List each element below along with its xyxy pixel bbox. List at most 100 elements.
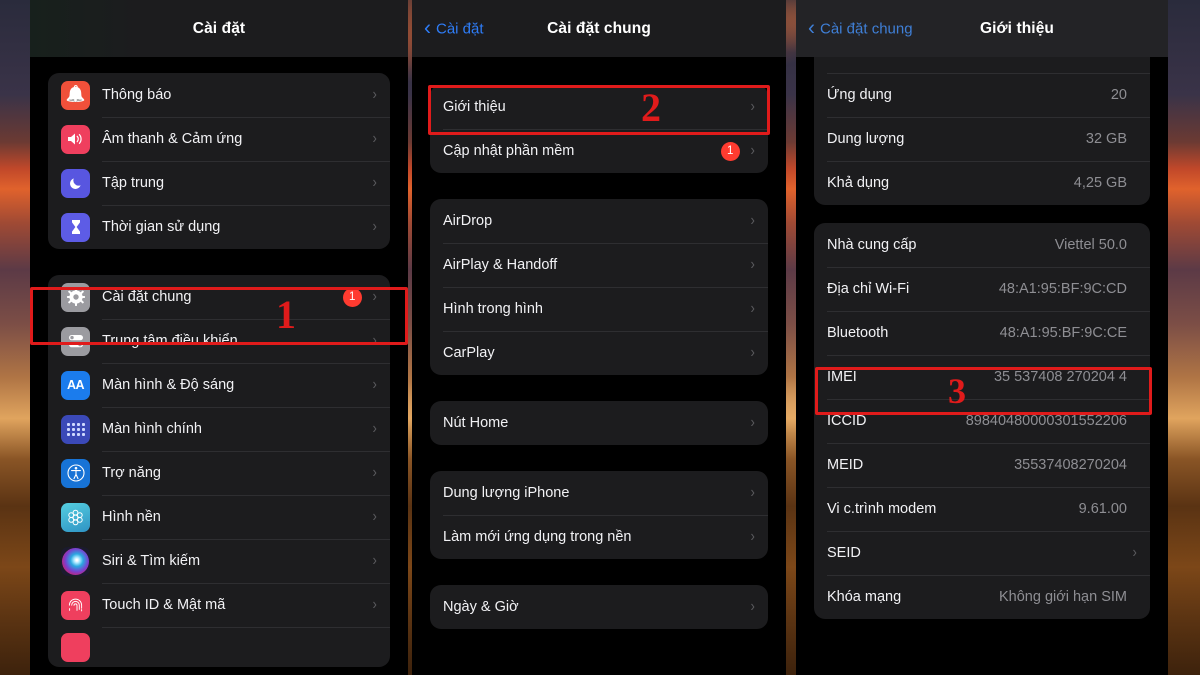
- status-badge: 1: [342, 287, 362, 307]
- menu-item-iphone-storage[interactable]: Dung lượng iPhone ›: [430, 471, 768, 515]
- sidebar-item-screen-time[interactable]: Thời gian sử dụng ›: [48, 205, 390, 249]
- about-scroll-area[interactable]: Ứng dụng 20 Dung lượng 32 GB Khả dụng 4,…: [796, 57, 1168, 619]
- row-label: SEID: [827, 545, 861, 561]
- menu-item-airdrop[interactable]: AirDrop ›: [430, 199, 768, 243]
- speaker-glyph: [68, 133, 82, 145]
- chevron-right-icon: ›: [1132, 544, 1137, 561]
- settings-panel: Cài đặt Thông báo › Âm thanh & Cảm ứng ›: [30, 0, 408, 675]
- general-settings-panel: ‹ Cài đặt Cài đặt chung Giới thiệu › Cập…: [412, 0, 786, 675]
- row-label: Địa chỉ Wi-Fi: [827, 281, 910, 297]
- row-label: Dung lượng: [827, 131, 905, 147]
- chevron-right-icon: ›: [750, 212, 755, 229]
- row-label: AirDrop: [443, 213, 493, 229]
- row-value: 48:A1:95:BF:9C:CD: [998, 281, 1127, 297]
- sidebar-item-accessibility[interactable]: Trợ năng ›: [48, 451, 390, 495]
- sidebar-item-home-screen[interactable]: Màn hình chính ›: [48, 407, 390, 451]
- back-label: Cài đặt: [436, 20, 484, 37]
- about-group-storage: Ứng dụng 20 Dung lượng 32 GB Khả dụng 4,…: [814, 57, 1150, 205]
- row-label: Thời gian sử dụng: [102, 219, 221, 235]
- gear-icon: [61, 282, 90, 312]
- row-label: Ứng dụng: [827, 87, 892, 103]
- back-label: Cài đặt chung: [820, 20, 913, 37]
- about-row-available: Khả dụng 4,25 GB: [814, 161, 1150, 205]
- menu-item-date-time[interactable]: Ngày & Giờ ›: [430, 585, 768, 629]
- chevron-right-icon: ›: [372, 86, 377, 103]
- sidebar-item-partial-next[interactable]: [48, 627, 390, 667]
- back-to-general-button[interactable]: ‹ Cài đặt chung: [808, 16, 913, 39]
- accessibility-glyph: [66, 464, 85, 482]
- sidebar-item-siri-search[interactable]: Siri & Tìm kiếm ›: [48, 539, 390, 583]
- chevron-right-icon: ›: [372, 420, 377, 437]
- menu-item-airplay-handoff[interactable]: AirPlay & Handoff ›: [430, 243, 768, 287]
- fingerprint-glyph: [68, 598, 83, 611]
- settings-scroll-area[interactable]: Thông báo › Âm thanh & Cảm ứng ›: [30, 57, 408, 667]
- row-value: 35 537408 270204 4: [993, 369, 1127, 385]
- step-3-number: 3: [948, 371, 966, 411]
- menu-item-background-app-refresh[interactable]: Làm mới ứng dụng trong nền ›: [430, 515, 768, 559]
- chevron-right-icon: ›: [750, 344, 755, 361]
- sidebar-item-touch-id-passcode[interactable]: Touch ID & Mật mã ›: [48, 583, 390, 627]
- siri-search-icon: [61, 546, 90, 576]
- row-value: Không giới hạn SIM: [998, 589, 1127, 605]
- about-row-seid[interactable]: SEID ›: [814, 531, 1150, 575]
- step-1-number: 1: [276, 292, 296, 337]
- sidebar-item-general[interactable]: Cài đặt chung 1 ›: [48, 275, 390, 319]
- row-value: 4,25 GB: [1073, 175, 1127, 191]
- row-label: Màn hình chính: [102, 421, 202, 437]
- row-label: Bluetooth: [827, 325, 889, 341]
- about-row-imei: IMEI 35 537408 270204 4: [814, 355, 1150, 399]
- touch-id-icon: [61, 590, 90, 620]
- about-row-clipped-top: [814, 57, 1150, 73]
- sidebar-item-display-brightness[interactable]: AA Màn hình & Độ sáng ›: [48, 363, 390, 407]
- menu-item-home-button[interactable]: Nút Home ›: [430, 401, 768, 445]
- row-label: Ngày & Giờ: [443, 599, 519, 615]
- back-to-settings-button[interactable]: ‹ Cài đặt: [424, 17, 484, 38]
- chevron-right-icon: ›: [750, 142, 755, 159]
- sidebar-item-focus[interactable]: Tập trung ›: [48, 161, 390, 205]
- general-scroll-area[interactable]: Giới thiệu › Cập nhật phần mềm 1 › AirDr…: [412, 57, 786, 629]
- settings-group-notifications: Thông báo › Âm thanh & Cảm ứng ›: [48, 73, 390, 249]
- general-group-storage: Dung lượng iPhone › Làm mới ứng dụng tro…: [430, 471, 768, 559]
- chevron-right-icon: ›: [750, 598, 755, 615]
- general-group-home-button: Nút Home ›: [430, 401, 768, 445]
- chevron-right-icon: ›: [372, 552, 377, 569]
- chevron-right-icon: ›: [372, 174, 377, 191]
- row-label: Hình nền: [102, 509, 161, 525]
- about-group-network: Nhà cung cấp Viettel 50.0 Địa chỉ Wi-Fi …: [814, 223, 1150, 619]
- chevron-right-icon: ›: [372, 596, 377, 613]
- row-label: CarPlay: [443, 345, 495, 361]
- row-label: Âm thanh & Cảm ứng: [102, 131, 243, 147]
- emergency-sos-icon: [61, 632, 90, 662]
- about-row-iccid: ICCID 89840480000301552206: [814, 399, 1150, 443]
- row-label: IMEI: [827, 369, 857, 385]
- chevron-right-icon: ›: [750, 98, 755, 115]
- menu-item-carplay[interactable]: CarPlay ›: [430, 331, 768, 375]
- row-label: Khả dụng: [827, 175, 890, 191]
- sidebar-item-sounds-haptics[interactable]: Âm thanh & Cảm ứng ›: [48, 117, 390, 161]
- row-label: Hình trong hình: [443, 301, 543, 317]
- page-title: Cài đặt: [192, 19, 246, 37]
- about-row-apps: Ứng dụng 20: [814, 73, 1150, 117]
- row-label: Trợ năng: [102, 465, 161, 481]
- chevron-right-icon: ›: [750, 256, 755, 273]
- page-title: Giới thiệu: [979, 19, 1055, 37]
- menu-item-software-update[interactable]: Cập nhật phần mềm 1 ›: [430, 129, 768, 173]
- sidebar-item-notifications[interactable]: Thông báo ›: [48, 73, 390, 117]
- menu-item-picture-in-picture[interactable]: Hình trong hình ›: [430, 287, 768, 331]
- about-row-network-lock: Khóa mạng Không giới hạn SIM: [814, 575, 1150, 619]
- chevron-right-icon: ›: [750, 484, 755, 501]
- chevron-right-icon: ›: [372, 288, 377, 305]
- about-panel: ‹ Cài đặt chung Giới thiệu Ứng dụng 20 D…: [796, 0, 1168, 675]
- row-value: 89840480000301552206: [965, 413, 1127, 429]
- menu-item-about[interactable]: Giới thiệu ›: [430, 85, 768, 129]
- chevron-left-icon: ‹: [808, 16, 815, 39]
- row-value: 35537408270204: [1014, 457, 1127, 473]
- row-label: Trung tâm điều khiển: [102, 333, 238, 349]
- app-grid-glyph: [66, 422, 85, 436]
- row-value: Viettel 50.0: [1054, 237, 1127, 253]
- sidebar-item-wallpaper[interactable]: Hình nền ›: [48, 495, 390, 539]
- row-label: Nhà cung cấp: [827, 237, 917, 253]
- screen-time-hourglass-icon: [61, 212, 90, 242]
- sidebar-item-control-center[interactable]: Trung tâm điều khiển ›: [48, 319, 390, 363]
- about-row-carrier: Nhà cung cấp Viettel 50.0: [814, 223, 1150, 267]
